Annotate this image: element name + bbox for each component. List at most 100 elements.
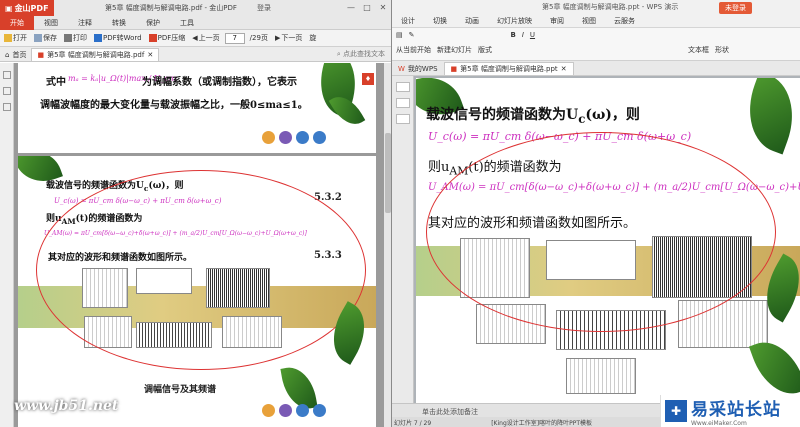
new-slide-button[interactable]: 新建幻灯片 — [437, 45, 472, 55]
ribbon-row-2: 从当前开始 新建幻灯片 版式 文本框 形状 — [396, 45, 729, 55]
slide-thumbnail[interactable] — [396, 82, 410, 92]
home-icon[interactable] — [279, 404, 292, 417]
slide-thumbnail[interactable] — [396, 98, 410, 108]
menu-view[interactable]: 视图 — [34, 18, 68, 28]
slide-line1: 载波信号的频谱函数为Uc(ω)，则 — [426, 107, 640, 126]
page1-line1-prefix: 式中 — [46, 77, 66, 88]
save-icon — [34, 34, 42, 42]
shape-button[interactable]: 形状 — [715, 45, 729, 55]
format-painter-icon[interactable]: ✎ — [409, 31, 415, 39]
close-icon[interactable]: ✕ — [377, 1, 389, 13]
home-icon: ⌂ — [5, 50, 10, 59]
rotate-button[interactable]: 旋 — [307, 33, 318, 43]
annotation-icon[interactable] — [3, 103, 11, 111]
search-icon: ⌕ — [336, 50, 341, 58]
template-name: [King设计工作室]喀叶的降叶PPT模板 — [491, 419, 592, 427]
slide-thumbnail-pane[interactable] — [392, 76, 414, 403]
maximize-icon[interactable]: □ — [361, 1, 373, 13]
prev-page-button[interactable]: ◀ 上一页 — [190, 33, 221, 43]
slide-nav-icons — [262, 131, 326, 144]
wps-editor-area: 载波信号的频谱函数为Uc(ω)，则 U_c(ω) = πU_cm δ(ω−ω_c… — [392, 76, 800, 403]
current-slide[interactable]: 载波信号的频谱函数为Uc(ω)，则 U_c(ω) = πU_cm δ(ω−ω_c… — [416, 78, 800, 403]
scrollbar-thumb[interactable] — [385, 133, 391, 213]
menu-design[interactable]: 设计 — [392, 16, 424, 26]
minimize-icon[interactable]: — — [345, 1, 357, 13]
layout-button[interactable]: 版式 — [478, 45, 492, 55]
pdf-viewer[interactable]: ♦ 式中 mₐ = kₐ|u_Ω(t)|max / U_cm 为调幅系数（或调制… — [0, 63, 391, 427]
pdf-reader-window: ▣ 金山PDF 第5章 幅度调制与解调电路.pdf - 金山PDF 登录 — □… — [0, 0, 392, 427]
forward-icon[interactable] — [313, 131, 326, 144]
text-box-button[interactable]: 文本框 — [688, 45, 709, 55]
menu-start[interactable]: 开始 — [0, 15, 34, 30]
arrow-right-icon: ▶ — [274, 34, 281, 42]
highlight-ellipse — [36, 170, 366, 370]
page1-line2: 调幅波幅度的最大变化量与载波振幅之比，一般0≤ma≤1。 — [40, 100, 308, 111]
total-pages: /29页 — [249, 34, 268, 42]
menu-review[interactable]: 审阅 — [541, 16, 573, 26]
pdf-side-panel — [0, 63, 14, 427]
close-tab-icon[interactable]: ✕ — [147, 51, 153, 59]
pdf-window-title: 第5章 幅度调制与解调电路.pdf - 金山PDF — [105, 4, 237, 12]
back-icon[interactable] — [296, 404, 309, 417]
underline-icon[interactable]: U — [530, 31, 535, 39]
home-icon[interactable] — [279, 131, 292, 144]
bold-icon[interactable]: B — [511, 31, 516, 39]
figure-caption: 调幅信号及其频谱 — [144, 385, 217, 395]
menu-animation[interactable]: 动画 — [456, 16, 488, 26]
site-url: Www.eiMaker.Com — [691, 420, 747, 427]
ppt-file-icon: ■ — [450, 65, 458, 73]
pdf-tab-bar: ⌂ 首页 ■ 第5章 幅度调制与解调电路.pdf ✕ ⌕ 点此查找文本 — [0, 47, 391, 62]
menu-view[interactable]: 视图 — [573, 16, 605, 26]
slide-nav-icons — [262, 404, 326, 417]
next-page-button[interactable]: ▶ 下一页 — [273, 33, 304, 43]
print-button[interactable]: 打印 — [62, 33, 89, 43]
watermark: www.jb51.net — [14, 398, 119, 414]
leaf-decoration — [735, 78, 800, 155]
pdf-title-bar: ▣ 金山PDF 第5章 幅度调制与解调电路.pdf - 金山PDF 登录 — □… — [0, 0, 391, 16]
pdf-compress-button[interactable]: PDF压缩 — [147, 33, 188, 43]
menu-convert[interactable]: 转换 — [102, 18, 136, 28]
app-name: 金山PDF — [14, 3, 49, 13]
pdf-menu-bar: 开始 视图 注释 转换 保护 工具 — [0, 15, 391, 30]
paste-icon[interactable]: ▤ — [396, 31, 403, 39]
text-search-input[interactable]: ⌕ 点此查找文本 — [337, 49, 385, 59]
menu-transition[interactable]: 切换 — [424, 16, 456, 26]
pdf-app-menu-button[interactable]: ▣ 金山PDF — [0, 0, 54, 16]
lower-spectrum-plot — [566, 358, 636, 394]
tab-document[interactable]: ■ 第5章 幅度调制与解调电路.pdf ✕ — [31, 48, 160, 61]
menu-protect[interactable]: 保护 — [136, 18, 170, 28]
back-icon[interactable] — [296, 131, 309, 144]
forward-icon[interactable] — [313, 404, 326, 417]
menu-slideshow[interactable]: 幻灯片放映 — [488, 16, 541, 26]
pdf-to-word-button[interactable]: PDF转Word — [92, 33, 144, 43]
page-number-input[interactable]: 7 — [224, 32, 245, 44]
wps-login-button[interactable]: 未登录 — [719, 2, 752, 14]
italic-icon[interactable]: I — [522, 31, 524, 39]
pdf-vertical-scrollbar[interactable] — [384, 63, 391, 427]
ribbon-row-1: ▤ ✎ B I U — [396, 31, 535, 39]
menu-tools[interactable]: 工具 — [170, 18, 204, 28]
wps-presentation-window: 第5章 幅度调制与解调电路.ppt - WPS 演示 设计 切换 动画 幻灯片放… — [392, 0, 800, 427]
menu-annotate[interactable]: 注释 — [68, 18, 102, 28]
wps-menu-bar: 设计 切换 动画 幻灯片放映 审阅 视图 云服务 未登录 — [392, 2, 800, 28]
save-button[interactable]: 保存 — [32, 33, 59, 43]
tab-my-wps[interactable]: W 我的WPS — [392, 62, 444, 75]
bookmark-badge-icon[interactable]: ♦ — [362, 73, 374, 85]
slide-counter: 幻灯片 7 / 29 — [394, 419, 432, 427]
tab-home[interactable]: ⌂ 首页 — [0, 48, 31, 61]
logo-icon — [262, 404, 275, 417]
bookmark-icon[interactable] — [3, 87, 11, 95]
folder-icon — [4, 34, 12, 42]
thumbnail-icon[interactable] — [3, 71, 11, 79]
from-current-button[interactable]: 从当前开始 — [396, 45, 431, 55]
arrow-left-icon: ◀ — [192, 34, 198, 42]
menu-cloud[interactable]: 云服务 — [605, 16, 644, 26]
close-tab-icon[interactable]: ✕ — [561, 65, 567, 73]
tab-ppt-document[interactable]: ■ 第5章 幅度调制与解调电路.ppt ✕ — [443, 62, 574, 75]
highlight-ellipse — [426, 132, 776, 332]
open-button[interactable]: 打开 — [2, 33, 29, 43]
pdf-page-7: 载波信号的频谱函数为Uc(ω)，则 U_c(ω) = πU_cm δ(ω−ω_c… — [18, 156, 376, 427]
pdf-login-button[interactable]: 登录 — [257, 3, 271, 13]
site-name: 易采站长站 — [691, 400, 781, 420]
slide-thumbnail[interactable] — [396, 114, 410, 124]
